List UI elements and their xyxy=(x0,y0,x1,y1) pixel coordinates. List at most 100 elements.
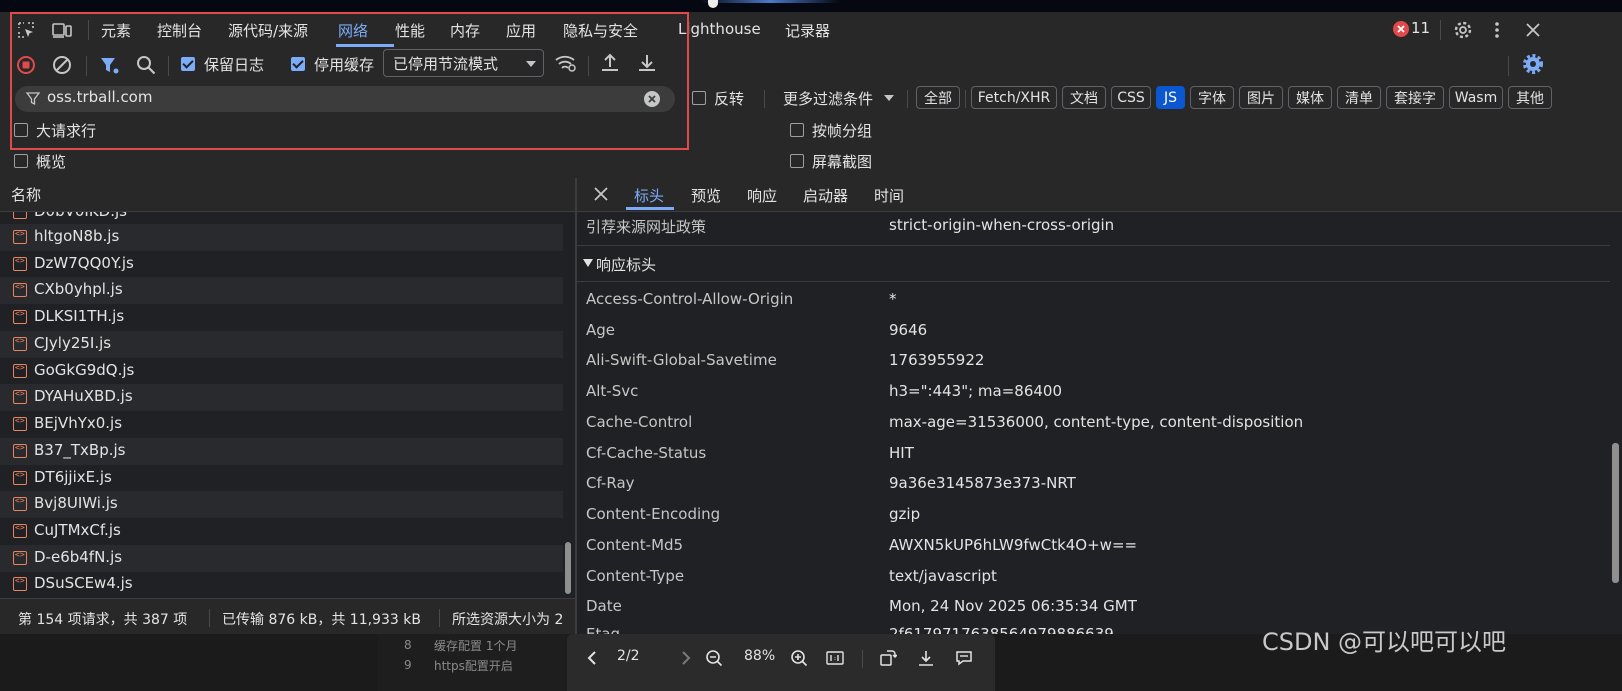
close-icon[interactable] xyxy=(1521,18,1545,42)
tab-preview[interactable]: 预览 xyxy=(691,185,721,206)
table-row[interactable]: B37_TxBp.js xyxy=(0,438,563,465)
chevron-right-icon[interactable] xyxy=(681,650,691,666)
preserve-log-checkbox[interactable] xyxy=(181,57,195,71)
more-options-icon[interactable] xyxy=(1487,18,1507,42)
network-conditions-icon[interactable] xyxy=(554,52,578,74)
script-file-icon xyxy=(13,363,27,378)
overview-label[interactable]: 概览 xyxy=(36,151,66,172)
record-stop-icon[interactable] xyxy=(16,55,36,75)
details-scrollbar-thumb[interactable] xyxy=(1612,443,1619,583)
chevron-left-icon[interactable] xyxy=(587,650,597,666)
close-details-icon[interactable] xyxy=(594,187,608,201)
comment-icon[interactable] xyxy=(955,649,973,667)
actual-size-icon[interactable] xyxy=(826,651,844,665)
table-row[interactable]: DSuSCEw4.js xyxy=(0,571,563,598)
filter-type-other[interactable]: 其他 xyxy=(1508,86,1552,109)
request-list-scrollbar-thumb[interactable] xyxy=(565,542,571,594)
search-icon[interactable] xyxy=(135,54,157,76)
tab-application[interactable]: 应用 xyxy=(506,20,536,41)
group-by-frame-label[interactable]: 按帧分组 xyxy=(812,120,872,141)
filter-type-all[interactable]: 全部 xyxy=(916,86,960,109)
filter-type-img[interactable]: 图片 xyxy=(1239,86,1283,109)
big-request-rows-label[interactable]: 大请求行 xyxy=(36,120,96,141)
tab-recorder[interactable]: 记录器 xyxy=(785,20,830,41)
filter-type-css[interactable]: CSS xyxy=(1111,86,1151,109)
request-details-pane: 标头 预览 响应 启动器 时间 引荐来源网址政策 strict-origin-w… xyxy=(577,178,1622,634)
clear-filter-icon[interactable] xyxy=(644,91,660,107)
tab-response[interactable]: 响应 xyxy=(747,185,777,206)
tab-network[interactable]: 网络 xyxy=(338,20,368,41)
table-row[interactable]: D-e6b4fN.js xyxy=(0,545,563,572)
triangle-down-icon[interactable] xyxy=(583,259,593,267)
invert-label[interactable]: 反转 xyxy=(714,88,744,109)
response-headers-title[interactable]: 响应标头 xyxy=(596,254,656,275)
filter-type-socket[interactable]: 套接字 xyxy=(1386,86,1444,109)
disable-cache-checkbox[interactable] xyxy=(291,57,305,71)
underlay-line-text: https配置开启 xyxy=(434,659,513,673)
table-row[interactable]: Bvj8UIWi.js xyxy=(0,491,563,518)
import-har-upload-icon[interactable] xyxy=(599,52,621,74)
filter-type-font[interactable]: 字体 xyxy=(1190,86,1234,109)
settings-gear-icon[interactable] xyxy=(1451,18,1475,42)
tab-headers[interactable]: 标头 xyxy=(634,185,664,206)
tab-timing[interactable]: 时间 xyxy=(874,185,904,206)
zoom-level[interactable]: 88% xyxy=(744,648,775,664)
request-name: DYAHuXBD.js xyxy=(34,387,133,405)
tab-initiator[interactable]: 启动器 xyxy=(803,185,848,206)
invert-checkbox[interactable] xyxy=(692,91,706,105)
tab-memory[interactable]: 内存 xyxy=(450,20,480,41)
filter-type-fetch-xhr[interactable]: Fetch/XHR xyxy=(971,86,1057,109)
request-list-scrollbar[interactable] xyxy=(563,211,575,598)
filter-icon[interactable] xyxy=(99,55,121,77)
tab-privacy-security[interactable]: 隐私与安全 xyxy=(563,20,638,41)
error-count[interactable]: 11 xyxy=(1411,19,1430,37)
screenshots-label[interactable]: 屏幕截图 xyxy=(812,151,872,172)
clear-icon[interactable] xyxy=(51,54,73,76)
overview-checkbox[interactable] xyxy=(14,154,28,168)
inspect-element-icon[interactable] xyxy=(14,18,38,42)
table-row[interactable]: DzW7QQ0Y.js xyxy=(0,251,563,278)
zoom-out-icon[interactable] xyxy=(705,649,723,667)
tab-sources[interactable]: 源代码/来源 xyxy=(228,20,308,41)
table-row[interactable]: CuJTMxCf.js xyxy=(0,518,563,545)
tab-lighthouse[interactable]: Lighthouse xyxy=(678,20,761,38)
table-row[interactable]: GoGkG9dQ.js xyxy=(0,358,563,385)
filter-type-manifest[interactable]: 清单 xyxy=(1337,86,1381,109)
rotate-icon[interactable] xyxy=(879,649,897,667)
export-har-download-icon[interactable] xyxy=(636,52,658,74)
filter-type-doc[interactable]: 文档 xyxy=(1062,86,1106,109)
table-row[interactable]: DLKSI1TH.js xyxy=(0,304,563,331)
table-row[interactable]: DYAHuXBD.js xyxy=(0,384,563,411)
header-value: 2f6179717638564979886639 xyxy=(889,625,1114,634)
filter-type-media[interactable]: 媒体 xyxy=(1288,86,1332,109)
group-by-frame-checkbox[interactable] xyxy=(790,123,804,137)
table-row[interactable]: BEjVhYx0.js xyxy=(0,411,563,438)
error-icon[interactable] xyxy=(1393,21,1409,37)
filter-input[interactable]: oss.trball.com xyxy=(15,86,675,112)
page-indicator[interactable]: 2/2 xyxy=(617,648,640,664)
header-name: Ali-Swift-Global-Savetime xyxy=(586,351,777,369)
table-row[interactable]: DT6jjixE.js xyxy=(0,465,563,492)
device-toolbar-icon[interactable] xyxy=(50,18,74,42)
network-settings-gear-icon[interactable] xyxy=(1522,53,1544,75)
tab-elements[interactable]: 元素 xyxy=(101,20,131,41)
screenshots-checkbox[interactable] xyxy=(790,154,804,168)
header-value: gzip xyxy=(889,505,921,523)
disable-cache-label[interactable]: 停用缓存 xyxy=(314,54,374,75)
header-name: Content-Encoding xyxy=(586,505,721,523)
zoom-in-icon[interactable] xyxy=(790,649,808,667)
table-row[interactable]: CXb0yhpl.js xyxy=(0,277,563,304)
big-request-rows-checkbox[interactable] xyxy=(14,123,28,137)
throttling-select[interactable]: 已停用节流模式 xyxy=(383,49,544,77)
tab-performance[interactable]: 性能 xyxy=(395,20,425,41)
filter-type-js[interactable]: JS xyxy=(1156,86,1185,109)
preserve-log-label[interactable]: 保留日志 xyxy=(204,54,264,75)
more-filters-dropdown[interactable]: 更多过滤条件 xyxy=(783,88,873,109)
tab-console[interactable]: 控制台 xyxy=(157,20,202,41)
filter-type-wasm[interactable]: Wasm xyxy=(1449,86,1503,109)
table-row[interactable]: CJyly25I.js xyxy=(0,331,563,358)
table-row[interactable]: hltgoN8b.js xyxy=(0,224,563,251)
separator xyxy=(168,56,169,76)
transferred-size: 已传输 876 kB，共 11,933 kB xyxy=(222,612,421,628)
download-icon[interactable] xyxy=(917,649,935,667)
